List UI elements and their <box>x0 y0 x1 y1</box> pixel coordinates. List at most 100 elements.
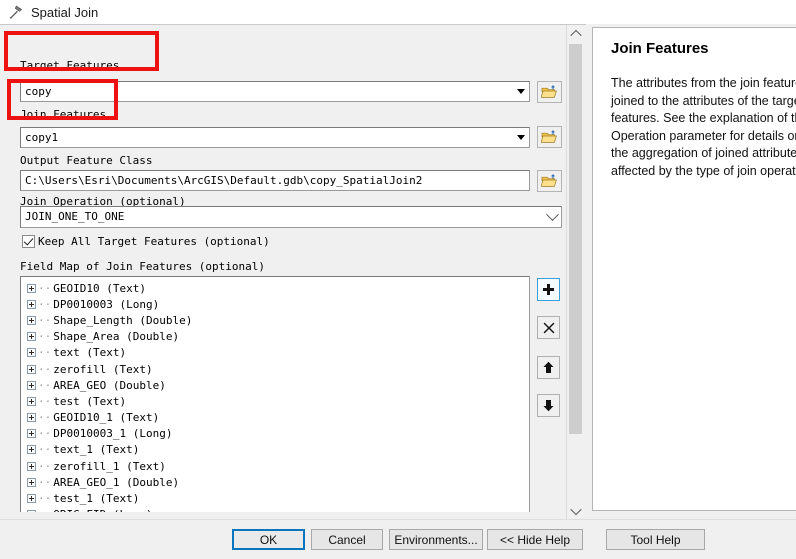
hammer-tool-icon <box>9 5 23 19</box>
expand-plus-icon[interactable] <box>27 299 36 309</box>
environments-button[interactable]: Environments... <box>389 529 483 550</box>
parameters-scroll-area: Target Features copy Join Features copy1 <box>0 25 564 512</box>
add-field-button[interactable] <box>537 278 560 301</box>
field-map-row[interactable]: ·· GEOID10 (Text) <box>27 280 529 296</box>
ok-button[interactable]: OK <box>232 529 305 550</box>
field-map-row-label: Shape_Area (Double) <box>53 330 180 344</box>
expand-plus-icon[interactable] <box>27 348 36 358</box>
plus-icon <box>543 284 554 295</box>
field-map-label: Field Map of Join Features (optional) <box>20 260 266 273</box>
field-map-row[interactable]: ·· zerofill_1 (Text) <box>27 458 529 474</box>
field-map-row-label: DP0010003_1 (Long) <box>53 427 173 441</box>
field-map-row-label: zerofill_1 (Text) <box>53 459 166 473</box>
field-map-row-label: DP0010003 (Long) <box>53 297 160 311</box>
field-map-list[interactable]: ·· GEOID10 (Text) ·· DP0010003 (Long) ·· Shap… <box>20 276 530 512</box>
arrow-down-icon <box>543 400 554 412</box>
tree-connector: ·· <box>38 475 52 489</box>
field-map-row[interactable]: ·· text_1 (Text) <box>27 442 529 458</box>
field-map-row[interactable]: ·· test (Text) <box>27 393 529 409</box>
output-feature-class-label: Output Feature Class <box>20 154 153 167</box>
scroll-down-button[interactable] <box>567 502 584 519</box>
field-map-row-label: text_1 (Text) <box>53 443 140 457</box>
expand-plus-icon[interactable] <box>27 477 36 487</box>
expand-plus-icon[interactable] <box>27 429 36 439</box>
output-feature-class-input[interactable]: C:\Users\Esri\Documents\ArcGIS\Default.g… <box>20 170 530 191</box>
tree-connector: ·· <box>38 492 52 506</box>
tree-connector: ·· <box>38 459 52 473</box>
join-features-browse-button[interactable] <box>537 126 562 148</box>
tree-connector: ·· <box>38 394 52 408</box>
chevron-down-icon <box>546 207 559 221</box>
arrow-up-icon <box>543 361 554 373</box>
tree-connector: ·· <box>38 297 52 311</box>
expand-plus-icon[interactable] <box>27 494 36 504</box>
field-map-row[interactable]: ·· AREA_GEO_1 (Double) <box>27 474 529 490</box>
field-map-row-label: Shape_Length (Double) <box>53 313 193 327</box>
expand-plus-icon[interactable] <box>27 380 36 390</box>
expand-plus-icon[interactable] <box>27 510 36 512</box>
dialog-titlebar: Spatial Join <box>0 0 796 24</box>
target-features-dropdown-arrow[interactable] <box>512 82 529 101</box>
chevron-down-icon <box>516 89 525 94</box>
hide-help-button[interactable]: << Hide Help <box>487 529 583 550</box>
chevron-down-icon <box>516 135 525 140</box>
field-map-row[interactable]: ·· Shape_Area (Double) <box>27 329 529 345</box>
tool-help-button[interactable]: Tool Help <box>606 529 705 550</box>
delete-field-button[interactable] <box>537 316 560 339</box>
field-map-row-label: text (Text) <box>53 346 127 360</box>
tree-connector: ·· <box>38 443 52 457</box>
output-feature-class-browse-button[interactable] <box>537 170 562 192</box>
field-map-row[interactable]: ·· text (Text) <box>27 345 529 361</box>
field-map-row-label: GEOID10_1 (Text) <box>53 411 160 425</box>
tree-connector: ·· <box>38 346 52 360</box>
field-map-row-label: test_1 (Text) <box>53 492 140 506</box>
join-features-label: Join Features <box>20 108 107 121</box>
field-map-row[interactable]: ·· test_1 (Text) <box>27 490 529 506</box>
expand-plus-icon[interactable] <box>27 461 36 471</box>
field-map-row[interactable]: ·· zerofill (Text) <box>27 361 529 377</box>
expand-plus-icon[interactable] <box>27 413 36 423</box>
scrollbar-thumb[interactable] <box>569 44 582 434</box>
target-features-input[interactable]: copy <box>20 81 530 102</box>
expand-plus-icon[interactable] <box>27 396 36 406</box>
parameters-pane: Target Features copy Join Features copy1 <box>0 24 586 519</box>
tree-connector: ·· <box>38 313 52 327</box>
tree-connector: ·· <box>38 362 52 376</box>
field-map-row-label: zerofill (Text) <box>53 362 153 376</box>
join-features-dropdown-arrow[interactable] <box>512 128 529 147</box>
field-map-row[interactable]: ·· Shape_Length (Double) <box>27 312 529 328</box>
tree-connector: ·· <box>38 411 52 425</box>
field-map-row-label: ORIG_FID (Long) <box>53 508 152 512</box>
target-features-browse-button[interactable] <box>537 81 562 103</box>
join-features-input[interactable]: copy1 <box>20 127 530 148</box>
cancel-button[interactable]: Cancel <box>311 529 383 550</box>
field-map-row-label: AREA_GEO (Double) <box>53 378 166 392</box>
field-map-row[interactable]: ·· DP0010003 (Long) <box>27 296 529 312</box>
help-title: Join Features <box>611 40 709 57</box>
open-folder-icon <box>541 129 557 143</box>
field-map-row[interactable]: ·· AREA_GEO (Double) <box>27 377 529 393</box>
expand-plus-icon[interactable] <box>27 315 36 325</box>
expand-plus-icon[interactable] <box>27 445 36 455</box>
move-field-down-button[interactable] <box>537 394 560 417</box>
spatial-join-dialog: Spatial Join Target Features copy Join F… <box>0 0 796 559</box>
parameters-scrollbar[interactable] <box>566 25 583 519</box>
tree-connector: ·· <box>38 330 52 344</box>
chevron-down-icon <box>569 503 582 515</box>
close-x-icon <box>543 322 554 333</box>
keep-all-target-features-checkbox[interactable]: Keep All Target Features (optional) <box>22 235 270 248</box>
join-operation-dropdown-arrow[interactable] <box>544 207 561 227</box>
expand-plus-icon[interactable] <box>27 332 36 342</box>
expand-plus-icon[interactable] <box>27 283 36 293</box>
expand-plus-icon[interactable] <box>27 364 36 374</box>
field-map-row[interactable]: ··ORIG_FID (Long) <box>27 507 529 512</box>
field-map-row[interactable]: ·· GEOID10_1 (Text) <box>27 410 529 426</box>
dialog-title: Spatial Join <box>31 4 99 20</box>
tree-connector: ·· <box>38 281 52 295</box>
join-operation-input[interactable]: JOIN_ONE_TO_ONE <box>20 206 562 228</box>
scroll-up-button[interactable] <box>567 25 584 42</box>
move-field-up-button[interactable] <box>537 356 560 379</box>
field-map-row[interactable]: ·· DP0010003_1 (Long) <box>27 426 529 442</box>
field-map-row-label: test (Text) <box>53 394 127 408</box>
tree-connector: ·· <box>38 508 51 512</box>
